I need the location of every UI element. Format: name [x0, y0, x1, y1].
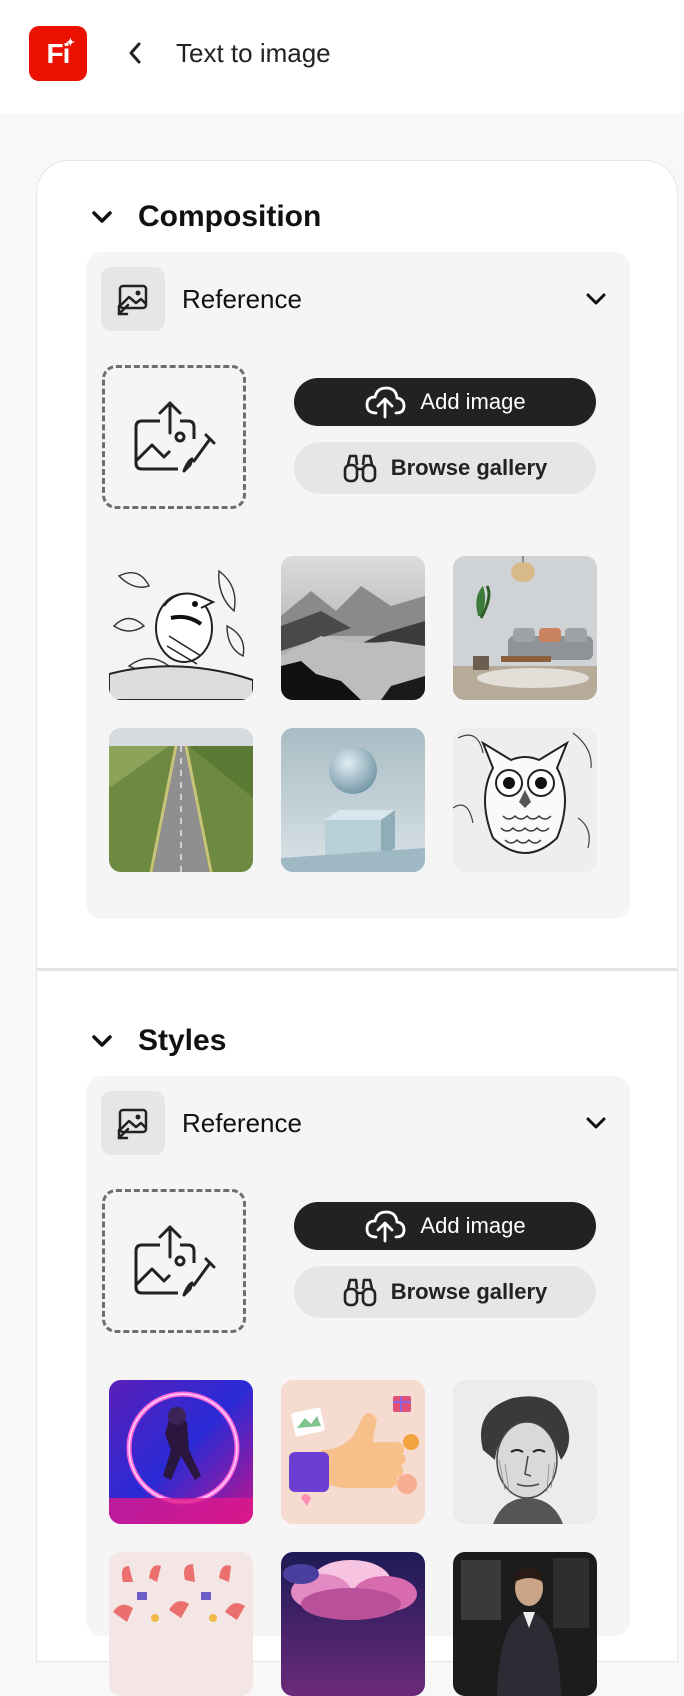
upload-image-icon: [134, 1225, 216, 1297]
page-title: Text to image: [176, 38, 331, 68]
reference-dropdown[interactable]: Reference: [101, 1091, 611, 1155]
browse-gallery-button[interactable]: Browse gallery: [294, 1266, 596, 1318]
styles-card: Reference Add image Browse gallery: [86, 1076, 630, 1696]
add-image-button[interactable]: Add image: [294, 378, 596, 426]
reference-label: Reference: [182, 283, 302, 314]
cloud-upload-icon: [364, 385, 406, 419]
browse-gallery-label: Browse gallery: [390, 455, 548, 480]
top-bar: Fi ✦ Text to image: [0, 0, 684, 113]
section-divider: [37, 968, 677, 971]
cloud-upload-icon: [364, 1209, 406, 1243]
section-title: Composition: [138, 200, 322, 233]
reference-label: Reference: [182, 1107, 302, 1138]
thumbnail-man-in-suit-portrait[interactable]: [453, 1552, 597, 1696]
thumbnail-owl-line-art[interactable]: [453, 728, 597, 872]
chevron-down-icon: [581, 284, 611, 314]
thumbnail-misty-mountain-lake[interactable]: [281, 556, 425, 700]
composition-section-header[interactable]: Composition: [88, 197, 321, 237]
thumbnail-neon-ring-astronaut[interactable]: [109, 1380, 253, 1524]
chevron-down-icon: [88, 1027, 116, 1055]
add-image-label: Add image: [420, 1213, 526, 1238]
image-dropzone[interactable]: [102, 365, 246, 509]
image-reference-icon: [101, 267, 165, 331]
thumbnail-straight-road-through-fields[interactable]: [109, 728, 253, 872]
sparkle-icon: ✦: [65, 37, 75, 49]
thumbnail-hands-pattern[interactable]: [109, 1552, 253, 1696]
image-reference-icon: [101, 1091, 165, 1155]
browse-gallery-label: Browse gallery: [390, 1279, 548, 1304]
styles-section-header[interactable]: Styles: [88, 1021, 226, 1061]
composition-card: Reference Add image Browse gallery: [86, 252, 630, 919]
upload-image-icon: [134, 401, 216, 473]
thumbnail-bird-line-art[interactable]: [109, 556, 253, 700]
thumbnail-sphere-on-cube[interactable]: [281, 728, 425, 872]
section-title: Styles: [138, 1024, 227, 1057]
thumbnail-pink-clouds[interactable]: [281, 1552, 425, 1696]
binoculars-icon: [343, 1277, 377, 1307]
binoculars-icon: [343, 453, 377, 483]
chevron-down-icon: [88, 203, 116, 231]
thumbnail-engraved-portrait[interactable]: [453, 1380, 597, 1524]
thumbnail-living-room-interior[interactable]: [453, 556, 597, 700]
back-button[interactable]: [118, 36, 152, 70]
chevron-left-icon: [129, 42, 141, 64]
image-dropzone[interactable]: [102, 1189, 246, 1333]
reference-dropdown[interactable]: Reference: [101, 267, 611, 331]
browse-gallery-button[interactable]: Browse gallery: [294, 442, 596, 494]
app-logo[interactable]: Fi ✦: [29, 26, 87, 81]
add-image-button[interactable]: Add image: [294, 1202, 596, 1250]
chevron-down-icon: [581, 1108, 611, 1138]
thumbnail-3d-thumbs-up[interactable]: [281, 1380, 425, 1524]
add-image-label: Add image: [420, 389, 526, 414]
